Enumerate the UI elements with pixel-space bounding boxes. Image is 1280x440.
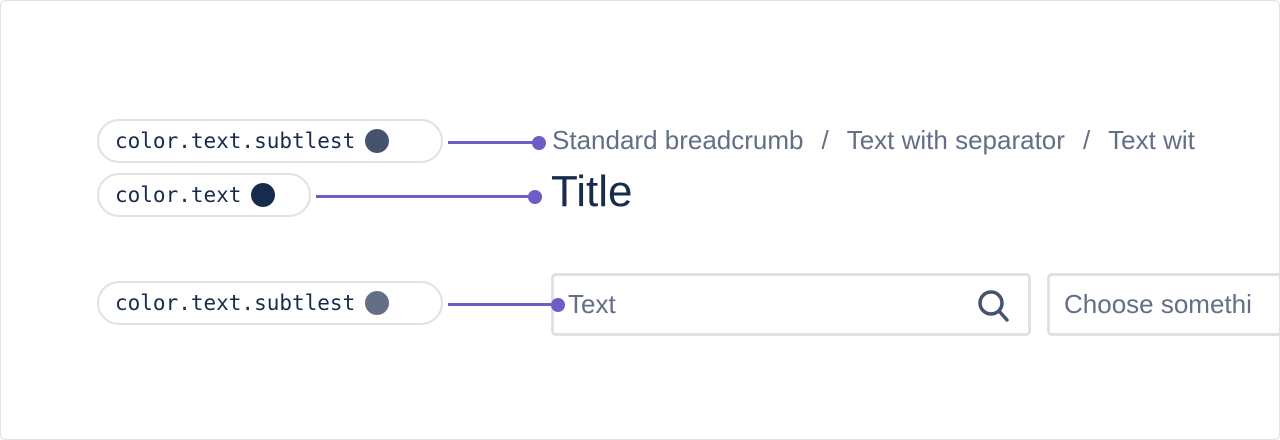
- search-icon[interactable]: [976, 288, 1010, 324]
- connector-line: [316, 195, 536, 198]
- breadcrumb-item[interactable]: Text with separator: [847, 125, 1065, 155]
- color-swatch: [365, 291, 390, 315]
- search-placeholder: Text: [568, 289, 616, 319]
- breadcrumb-separator: /: [821, 125, 829, 155]
- connector-line: [448, 303, 558, 306]
- connector-dot: [551, 298, 565, 312]
- breadcrumb-item[interactable]: Standard breadcrumb: [552, 125, 803, 155]
- token-pill-title: color.text: [97, 173, 311, 217]
- select-input[interactable]: Choose somethi: [1047, 273, 1279, 336]
- color-swatch: [365, 129, 390, 153]
- select-placeholder: Choose somethi: [1064, 289, 1252, 319]
- token-label: color.text: [115, 183, 242, 207]
- token-pill-breadcrumb: color.text.subtlest: [97, 119, 443, 163]
- canvas-frame: color.text.subtlest color.text color.tex…: [0, 0, 1280, 440]
- token-pill-placeholder: color.text.subtlest: [97, 281, 443, 325]
- connector-line: [448, 141, 540, 144]
- color-swatch: [251, 183, 276, 207]
- breadcrumb: Standard breadcrumb / Text with separator /…: [552, 125, 1195, 156]
- search-input[interactable]: Text: [551, 273, 1031, 336]
- breadcrumb-item[interactable]: Text wit: [1108, 125, 1195, 155]
- token-label: color.text.subtlest: [115, 291, 356, 315]
- page-title: Title: [551, 167, 633, 216]
- token-label: color.text.subtlest: [115, 129, 356, 153]
- connector-dot: [528, 190, 542, 204]
- breadcrumb-separator: /: [1082, 125, 1091, 155]
- connector-dot: [532, 136, 546, 150]
